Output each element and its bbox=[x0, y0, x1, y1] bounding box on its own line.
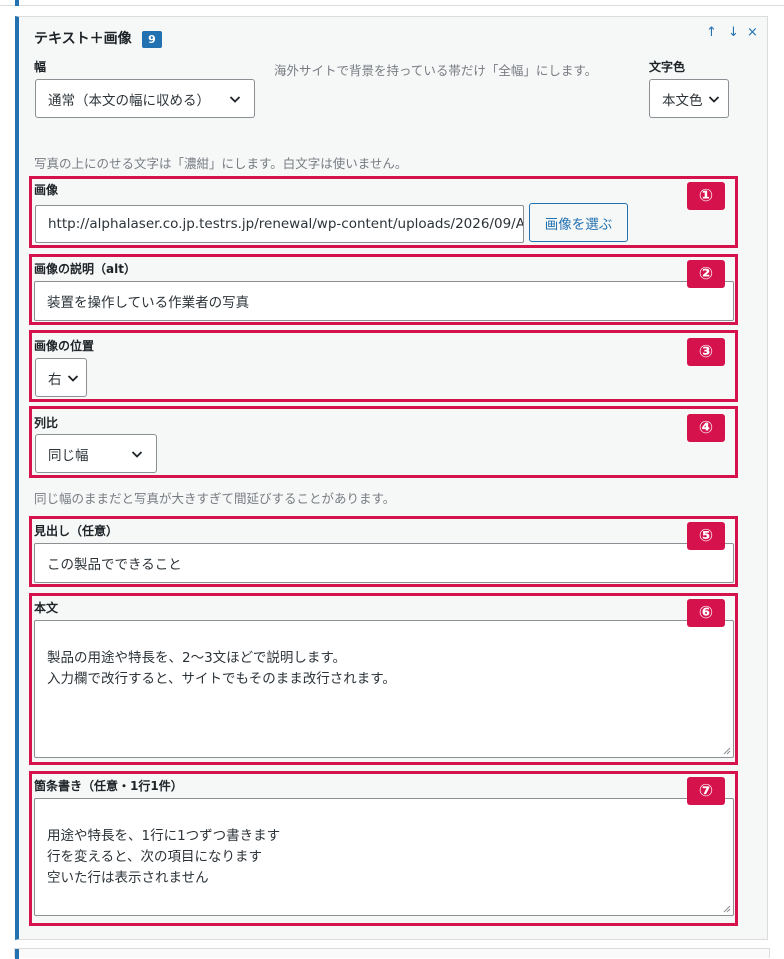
width-label: 幅 bbox=[34, 60, 47, 74]
body-text: 製品の用途や特長を、2〜3文ほどで説明します。 入力欄で改行すると、サイトでもそ… bbox=[47, 650, 396, 687]
heading-label: 見出し（任意） bbox=[34, 524, 119, 538]
next-block-edge bbox=[14, 948, 770, 959]
position-select[interactable]: 右 bbox=[35, 358, 87, 397]
move-down-button[interactable]: ↓ bbox=[728, 26, 739, 40]
move-up-button[interactable]: ↑ bbox=[706, 26, 717, 40]
position-label: 画像の位置 bbox=[34, 339, 95, 353]
annotation-number-2: ② bbox=[687, 260, 725, 288]
chevron-down-icon bbox=[131, 450, 143, 458]
bullets-label: 箇条書き（任意・1行1件） bbox=[34, 779, 183, 793]
text-image-block: テキスト＋画像 9 ↑ ↓ × 幅 通常（本文の幅に収める） 海外サイトで背景を… bbox=[15, 16, 768, 940]
bullets-text: 用途や特長を、1行に1つずつ書きます 行を変えると、次の項目になります 空いた行… bbox=[47, 828, 281, 886]
alt-label: 画像の説明（alt） bbox=[34, 262, 136, 276]
width-select-value: 通常（本文の幅に収める） bbox=[48, 92, 210, 109]
chevron-down-icon bbox=[708, 95, 719, 103]
image-url-input[interactable]: http://alphalaser.co.jp.testrs.jp/renewa… bbox=[35, 205, 524, 243]
image-label: 画像 bbox=[34, 183, 59, 197]
ratio-select[interactable]: 同じ幅 bbox=[35, 434, 157, 473]
block-accent-bar bbox=[15, 0, 19, 6]
resize-handle-icon[interactable] bbox=[721, 745, 731, 755]
annotation-number-6: ⑥ bbox=[687, 599, 725, 627]
annotation-number-7: ⑦ bbox=[687, 777, 725, 805]
ratio-value: 同じ幅 bbox=[48, 447, 89, 464]
text-color-label: 文字色 bbox=[649, 60, 686, 74]
block-number-badge: 9 bbox=[142, 31, 162, 48]
annotation-number-5: ⑤ bbox=[687, 522, 725, 550]
bullets-textarea[interactable]: 用途や特長を、1行に1つずつ書きます 行を変えると、次の項目になります 空いた行… bbox=[34, 798, 734, 916]
text-color-value: 本文色 bbox=[662, 92, 703, 109]
choose-image-button[interactable]: 画像を選ぶ bbox=[529, 203, 628, 242]
annotation-number-3: ③ bbox=[687, 338, 725, 366]
block-accent-bar bbox=[15, 949, 19, 959]
heading-input[interactable]: この製品でできること bbox=[34, 543, 734, 583]
alt-input[interactable]: 装置を操作している作業者の写真 bbox=[34, 281, 734, 321]
width-description: 海外サイトで背景を持っている帯だけ「全幅」にします。 bbox=[274, 63, 598, 78]
block-title: テキスト＋画像 bbox=[34, 31, 132, 47]
chevron-down-icon bbox=[67, 374, 79, 382]
chevron-down-icon bbox=[229, 95, 241, 103]
remove-block-button[interactable]: × bbox=[747, 26, 758, 40]
annotation-number-4: ④ bbox=[687, 414, 725, 442]
resize-handle-icon[interactable] bbox=[721, 903, 731, 913]
ratio-label: 列比 bbox=[34, 416, 59, 430]
annotation-number-1: ① bbox=[687, 182, 725, 210]
position-value: 右 bbox=[48, 371, 62, 388]
width-select[interactable]: 通常（本文の幅に収める） bbox=[35, 79, 255, 118]
previous-block-edge bbox=[0, 0, 784, 6]
photo-text-hint: 写真の上にのせる文字は「濃紺」にします。白文字は使いません。 bbox=[34, 156, 408, 171]
text-color-select[interactable]: 本文色 bbox=[649, 79, 729, 118]
annotation-box-3 bbox=[29, 330, 738, 402]
body-label: 本文 bbox=[34, 601, 59, 615]
body-textarea[interactable]: 製品の用途や特長を、2〜3文ほどで説明します。 入力欄で改行すると、サイトでもそ… bbox=[34, 620, 734, 758]
ratio-hint: 同じ幅のままだと写真が大きすぎて間延びすることがあります。 bbox=[34, 491, 396, 506]
